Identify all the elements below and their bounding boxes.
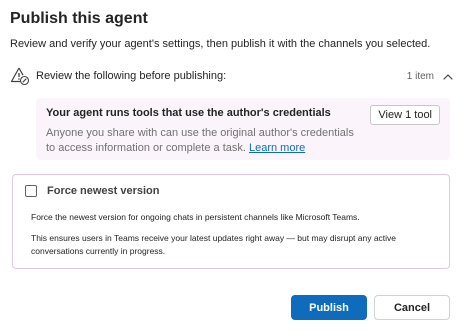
notice-body-text: Anyone you share with can use the origin… (46, 127, 354, 154)
force-version-option[interactable]: Force newest version (25, 185, 160, 197)
cancel-button[interactable]: Cancel (374, 295, 450, 320)
force-version-card: Force newest version Force the newest ve… (12, 174, 450, 269)
warning-icon (10, 66, 30, 86)
notice-title: Your agent runs tools that use the autho… (46, 107, 331, 119)
item-count: 1 item (406, 70, 434, 82)
dialog-subtitle: Review and verify your agent's settings,… (10, 38, 431, 50)
force-version-label: Force newest version (47, 185, 160, 197)
dialog-title: Publish this agent (10, 10, 148, 27)
force-version-description: Force the newest version for ongoing cha… (31, 212, 360, 222)
notice-body: Anyone you share with can use the origin… (46, 126, 366, 156)
review-label: Review the following before publishing: (36, 70, 227, 82)
view-tool-button[interactable]: View 1 tool (370, 105, 440, 125)
force-version-checkbox[interactable] (25, 185, 37, 197)
credentials-notice: Your agent runs tools that use the autho… (36, 98, 450, 160)
chevron-up-icon[interactable] (442, 70, 454, 82)
review-section-header[interactable]: Review the following before publishing: … (10, 66, 454, 86)
publish-button[interactable]: Publish (291, 295, 367, 320)
force-version-warning: This ensures users in Teams receive your… (31, 233, 397, 256)
learn-more-link[interactable]: Learn more (249, 142, 305, 154)
